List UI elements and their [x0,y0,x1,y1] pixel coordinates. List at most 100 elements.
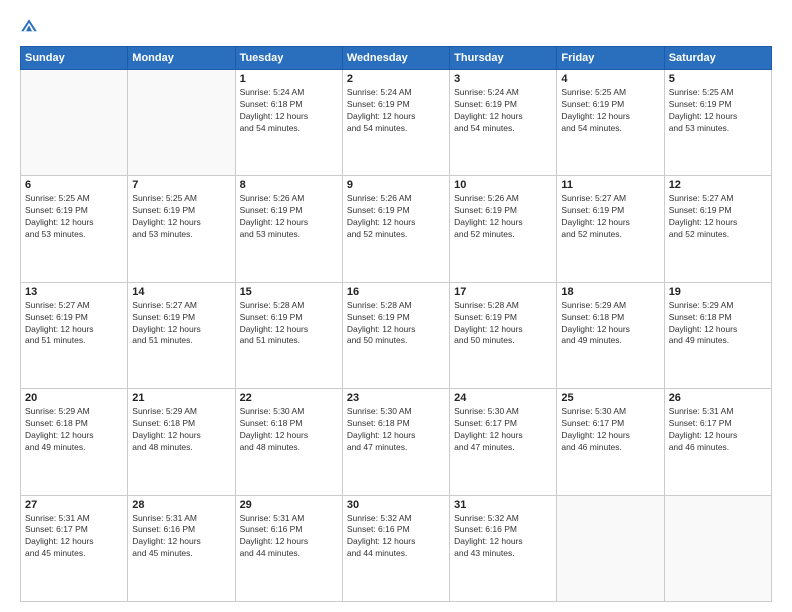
day-number: 17 [454,286,552,298]
day-cell-17: 17 Sunrise: 5:28 AMSunset: 6:19 PMDayligh… [450,282,557,388]
day-cell-4: 4 Sunrise: 5:25 AMSunset: 6:19 PMDaylight… [557,70,664,176]
day-info: Sunrise: 5:27 AMSunset: 6:19 PMDaylight:… [132,300,230,348]
day-cell-10: 10Sunrise: 5:26 AMSunset: 6:19 PMDayligh… [450,176,557,282]
day-info: Sunrise: 5:31 AMSunset: 6:16 PMDaylight:… [132,513,230,561]
day-number: 24 [454,392,552,404]
day-number: 18 [561,286,659,298]
day-number: 29 [240,499,338,511]
day-info: Sunrise: 5:27 AMSunset: 6:19 PMDaylight:… [561,193,659,241]
day-info: Sunrise: 5:31 AMSunset: 6:17 PMDaylight:… [25,513,123,561]
week-row-1: 6 Sunrise: 5:25 AMSunset: 6:19 PMDaylight… [21,176,772,282]
week-row-3: 20Sunrise: 5:29 AMSunset: 6:18 PMDayligh… [21,389,772,495]
day-number: 23 [347,392,445,404]
day-number: 1 [240,73,338,85]
day-info: Sunrise: 5:24 AMSunset: 6:18 PMDaylight:… [240,87,338,135]
day-info: Sunrise: 5:25 AMSunset: 6:19 PMDaylight:… [132,193,230,241]
day-info: Sunrise: 5:25 AMSunset: 6:19 PMDaylight:… [25,193,123,241]
day-number: 19 [669,286,767,298]
day-info: Sunrise: 5:31 AMSunset: 6:17 PMDaylight:… [669,406,767,454]
day-cell-2: 2Sunrise: 5:24 AMSunset: 6:19 PMDaylight… [342,70,449,176]
day-number: 13 [25,286,123,298]
day-info: Sunrise: 5:30 AMSunset: 6:18 PMDaylight:… [347,406,445,454]
day-number: 28 [132,499,230,511]
day-cell-15: 15 Sunrise: 5:28 AMSunset: 6:19 PMDayligh… [235,282,342,388]
day-info: Sunrise: 5:29 AMSunset: 6:18 PMDaylight:… [25,406,123,454]
day-info: Sunrise: 5:31 AMSunset: 6:16 PMDaylight:… [240,513,338,561]
day-info: Sunrise: 5:30 AMSunset: 6:17 PMDaylight:… [454,406,552,454]
day-cell-26: 26 Sunrise: 5:31 AMSunset: 6:17 PMDayligh… [664,389,771,495]
day-cell-7: 7 Sunrise: 5:25 AMSunset: 6:19 PMDaylight… [128,176,235,282]
day-cell-1: 1 Sunrise: 5:24 AMSunset: 6:18 PMDaylight… [235,70,342,176]
weekday-header-friday: Friday [557,47,664,70]
day-info: Sunrise: 5:26 AMSunset: 6:19 PMDaylight:… [347,193,445,241]
weekday-header-tuesday: Tuesday [235,47,342,70]
day-number: 3 [454,73,552,85]
day-cell-5: 5Sunrise: 5:25 AMSunset: 6:19 PMDaylight… [664,70,771,176]
weekday-header-monday: Monday [128,47,235,70]
day-cell-11: 11Sunrise: 5:27 AMSunset: 6:19 PMDayligh… [557,176,664,282]
day-info: Sunrise: 5:24 AMSunset: 6:19 PMDaylight:… [347,87,445,135]
logo [20,18,40,36]
weekday-header-saturday: Saturday [664,47,771,70]
day-info: Sunrise: 5:27 AMSunset: 6:19 PMDaylight:… [25,300,123,348]
day-cell-8: 8Sunrise: 5:26 AMSunset: 6:19 PMDaylight… [235,176,342,282]
day-cell-18: 18 Sunrise: 5:29 AMSunset: 6:18 PMDayligh… [557,282,664,388]
day-info: Sunrise: 5:25 AMSunset: 6:19 PMDaylight:… [669,87,767,135]
week-row-4: 27Sunrise: 5:31 AMSunset: 6:17 PMDayligh… [21,495,772,601]
day-cell-25: 25 Sunrise: 5:30 AMSunset: 6:17 PMDayligh… [557,389,664,495]
day-number: 25 [561,392,659,404]
day-cell-6: 6 Sunrise: 5:25 AMSunset: 6:19 PMDaylight… [21,176,128,282]
day-number: 8 [240,179,338,191]
day-cell-30: 30 Sunrise: 5:32 AMSunset: 6:16 PMDayligh… [342,495,449,601]
day-cell-24: 24 Sunrise: 5:30 AMSunset: 6:17 PMDayligh… [450,389,557,495]
day-info: Sunrise: 5:29 AMSunset: 6:18 PMDaylight:… [669,300,767,348]
day-info: Sunrise: 5:28 AMSunset: 6:19 PMDaylight:… [454,300,552,348]
calendar-body: 1 Sunrise: 5:24 AMSunset: 6:18 PMDaylight… [21,70,772,602]
day-number: 15 [240,286,338,298]
day-info: Sunrise: 5:28 AMSunset: 6:19 PMDaylight:… [240,300,338,348]
day-cell-16: 16 Sunrise: 5:28 AMSunset: 6:19 PMDayligh… [342,282,449,388]
day-cell-23: 23 Sunrise: 5:30 AMSunset: 6:18 PMDayligh… [342,389,449,495]
day-info: Sunrise: 5:27 AMSunset: 6:19 PMDaylight:… [669,193,767,241]
day-number: 16 [347,286,445,298]
day-info: Sunrise: 5:28 AMSunset: 6:19 PMDaylight:… [347,300,445,348]
day-number: 9 [347,179,445,191]
day-number: 7 [132,179,230,191]
day-cell-12: 12Sunrise: 5:27 AMSunset: 6:19 PMDayligh… [664,176,771,282]
day-info: Sunrise: 5:25 AMSunset: 6:19 PMDaylight:… [561,87,659,135]
day-cell-3: 3 Sunrise: 5:24 AMSunset: 6:19 PMDaylight… [450,70,557,176]
day-cell-22: 22 Sunrise: 5:30 AMSunset: 6:18 PMDayligh… [235,389,342,495]
day-number: 14 [132,286,230,298]
day-cell-20: 20Sunrise: 5:29 AMSunset: 6:18 PMDayligh… [21,389,128,495]
day-info: Sunrise: 5:24 AMSunset: 6:19 PMDaylight:… [454,87,552,135]
day-cell-13: 13 Sunrise: 5:27 AMSunset: 6:19 PMDayligh… [21,282,128,388]
weekday-header-thursday: Thursday [450,47,557,70]
day-number: 6 [25,179,123,191]
day-cell-28: 28 Sunrise: 5:31 AMSunset: 6:16 PMDayligh… [128,495,235,601]
day-number: 26 [669,392,767,404]
empty-cell [21,70,128,176]
day-cell-29: 29 Sunrise: 5:31 AMSunset: 6:16 PMDayligh… [235,495,342,601]
day-info: Sunrise: 5:32 AMSunset: 6:16 PMDaylight:… [454,513,552,561]
week-row-0: 1 Sunrise: 5:24 AMSunset: 6:18 PMDaylight… [21,70,772,176]
day-cell-31: 31 Sunrise: 5:32 AMSunset: 6:16 PMDayligh… [450,495,557,601]
empty-cell [664,495,771,601]
day-number: 22 [240,392,338,404]
day-number: 31 [454,499,552,511]
day-info: Sunrise: 5:32 AMSunset: 6:16 PMDaylight:… [347,513,445,561]
day-number: 10 [454,179,552,191]
empty-cell [128,70,235,176]
empty-cell [557,495,664,601]
weekday-header-row: SundayMondayTuesdayWednesdayThursdayFrid… [21,47,772,70]
day-cell-9: 9 Sunrise: 5:26 AMSunset: 6:19 PMDaylight… [342,176,449,282]
calendar-table: SundayMondayTuesdayWednesdayThursdayFrid… [20,46,772,602]
day-number: 4 [561,73,659,85]
week-row-2: 13 Sunrise: 5:27 AMSunset: 6:19 PMDayligh… [21,282,772,388]
weekday-header-wednesday: Wednesday [342,47,449,70]
day-cell-27: 27Sunrise: 5:31 AMSunset: 6:17 PMDayligh… [21,495,128,601]
day-info: Sunrise: 5:29 AMSunset: 6:18 PMDaylight:… [561,300,659,348]
day-number: 30 [347,499,445,511]
day-info: Sunrise: 5:30 AMSunset: 6:17 PMDaylight:… [561,406,659,454]
day-info: Sunrise: 5:29 AMSunset: 6:18 PMDaylight:… [132,406,230,454]
day-info: Sunrise: 5:30 AMSunset: 6:18 PMDaylight:… [240,406,338,454]
